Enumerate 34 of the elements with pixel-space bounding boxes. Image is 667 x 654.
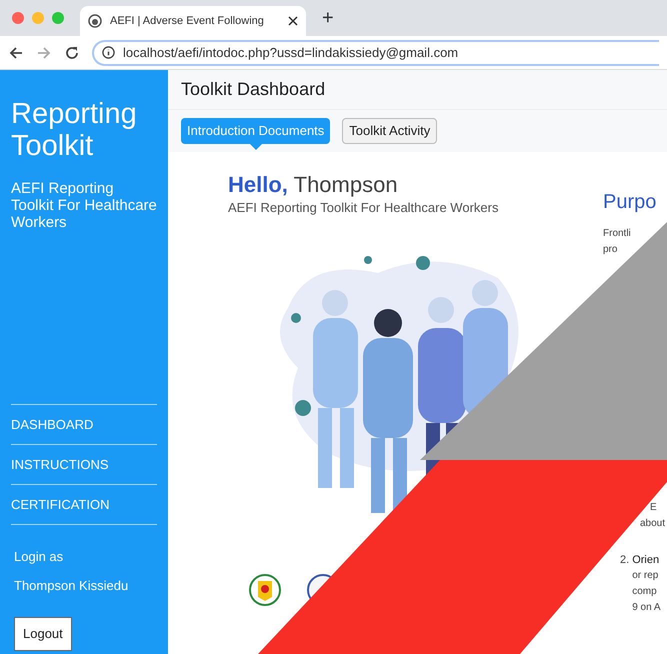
forward-arrow-icon[interactable]	[36, 44, 52, 60]
body-text: about	[640, 517, 666, 531]
list-item-title: Orien	[632, 553, 660, 568]
logout-button[interactable]: Logout	[14, 617, 72, 650]
body-text: E	[650, 501, 658, 515]
window-control-icon[interactable]	[32, 12, 44, 24]
browser-tab[interactable]: AEFI | Adverse Event Following	[80, 6, 306, 36]
user-name: Thompson Kissiedu	[14, 576, 130, 595]
greeting-subtitle: AEFI Reporting Toolkit For Healthcare Workers	[228, 199, 500, 217]
new-tab-button[interactable]: +	[314, 3, 342, 33]
back-arrow-icon[interactable]	[8, 44, 24, 60]
window-control-icon[interactable]	[12, 12, 24, 24]
body-text: pro	[603, 243, 618, 257]
page-title: Toolkit Dashboard	[181, 78, 326, 101]
reload-icon[interactable]	[64, 44, 80, 60]
tab[interactable]: Toolkit Activity	[342, 118, 438, 144]
login-label: Login as	[14, 548, 64, 566]
address-bar[interactable]: localhost/aefi/intodoc.php?ussd=lindakissiedy@gmail.com	[92, 40, 659, 66]
body-text: comp	[632, 585, 658, 599]
sidebar-title: Reporting Toolkit	[11, 98, 138, 162]
body-text: Frontli	[603, 227, 632, 241]
greeting-heading: Hello, Thompson	[228, 172, 399, 198]
body-text: 9 on A	[632, 601, 661, 615]
tab-pointer-icon	[250, 144, 262, 150]
close-icon[interactable]	[288, 16, 298, 26]
tab-title: AEFI | Adverse Event Following	[110, 14, 265, 29]
body-text: or rep	[632, 569, 660, 583]
list-number: 2.	[620, 553, 630, 568]
window-control-icon[interactable]	[52, 12, 64, 24]
purpose-heading: Purpo	[603, 190, 658, 214]
url-text: localhost/aefi/intodoc.php?ussd=lindakissiedy@gmail.com	[123, 44, 458, 62]
sidebar-subtitle: AEFI Reporting Toolkit For Healthcare Workers	[11, 180, 157, 231]
info-icon	[102, 46, 115, 59]
emblem-logo-icon	[248, 572, 282, 606]
